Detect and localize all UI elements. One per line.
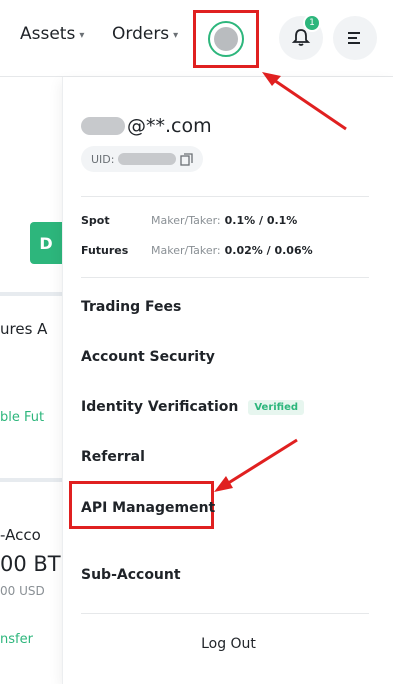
chevron-down-icon: ▾ <box>79 30 85 41</box>
divider <box>81 196 369 197</box>
orders-label: Orders <box>112 24 170 44</box>
logout-button[interactable]: Log Out <box>63 636 393 652</box>
verified-badge: Verified <box>248 399 305 415</box>
fee-market: Spot <box>81 214 110 227</box>
uid-label: UID: <box>91 152 115 166</box>
menu-button[interactable] <box>333 16 377 60</box>
background-divider <box>0 478 62 482</box>
menu-item-label: API Management <box>81 500 216 516</box>
menu-item-label: Trading Fees <box>81 299 182 315</box>
background-transfer-link: nsfer <box>0 632 33 647</box>
background-balance: 00 BT <box>0 552 61 576</box>
email-suffix: @**.com <box>127 115 212 137</box>
uid-box[interactable]: UID: <box>81 146 204 172</box>
background-futures-link: ble Fut <box>0 410 45 425</box>
menu-item-account-security[interactable]: Account Security <box>81 349 215 365</box>
background-subaccount-text: -Acco <box>0 526 41 544</box>
menu-item-label: Referral <box>81 449 145 465</box>
menu-item-api-management[interactable]: API Management <box>81 500 215 516</box>
fee-maker-taker-label: Maker/Taker: <box>151 244 221 257</box>
background-action-button: D <box>30 222 62 264</box>
account-dropdown: @**.com UID: Spot Maker/Taker: 0.1% / 0.… <box>62 77 393 684</box>
account-email: @**.com <box>81 115 212 137</box>
fee-maker-taker-label: Maker/Taker: <box>151 214 221 227</box>
background-futures-text: ures A <box>0 320 48 338</box>
divider <box>81 277 369 278</box>
orders-menu[interactable]: Orders ▾ <box>112 24 178 44</box>
chevron-down-icon: ▾ <box>173 30 179 41</box>
masked-uid <box>118 153 177 165</box>
menu-item-referral[interactable]: Referral <box>81 449 145 465</box>
fee-row-futures: Futures Maker/Taker: 0.02% / 0.06% <box>81 244 313 257</box>
avatar-highlight-box <box>193 10 259 68</box>
top-bar: Assets ▾ Orders ▾ 1 <box>0 0 393 77</box>
fee-value: 0.1% / 0.1% <box>224 214 298 227</box>
menu-item-label: Sub-Account <box>81 567 181 583</box>
menu-item-trading-fees[interactable]: Trading Fees <box>81 299 181 315</box>
notifications-button[interactable]: 1 <box>279 14 323 60</box>
menu-item-identity-verification[interactable]: Identity Verification Verified <box>81 399 305 415</box>
menu-item-label: Identity Verification <box>81 399 239 415</box>
avatar <box>214 27 238 51</box>
masked-email-prefix <box>81 117 125 135</box>
avatar-button[interactable] <box>208 21 244 57</box>
assets-label: Assets <box>20 24 76 44</box>
fee-value: 0.02% / 0.06% <box>224 244 313 257</box>
background-balance-usd: 00 USD <box>0 584 45 598</box>
divider <box>81 613 369 614</box>
menu-item-sub-account[interactable]: Sub-Account <box>81 567 181 583</box>
hamburger-icon <box>348 32 360 44</box>
notification-badge: 1 <box>303 14 321 32</box>
fee-market: Futures <box>81 244 129 257</box>
copy-icon[interactable] <box>180 152 194 166</box>
assets-menu[interactable]: Assets ▾ <box>20 24 84 44</box>
fee-row-spot: Spot Maker/Taker: 0.1% / 0.1% <box>81 214 297 227</box>
menu-item-label: Account Security <box>81 349 215 365</box>
background-divider <box>0 292 62 296</box>
